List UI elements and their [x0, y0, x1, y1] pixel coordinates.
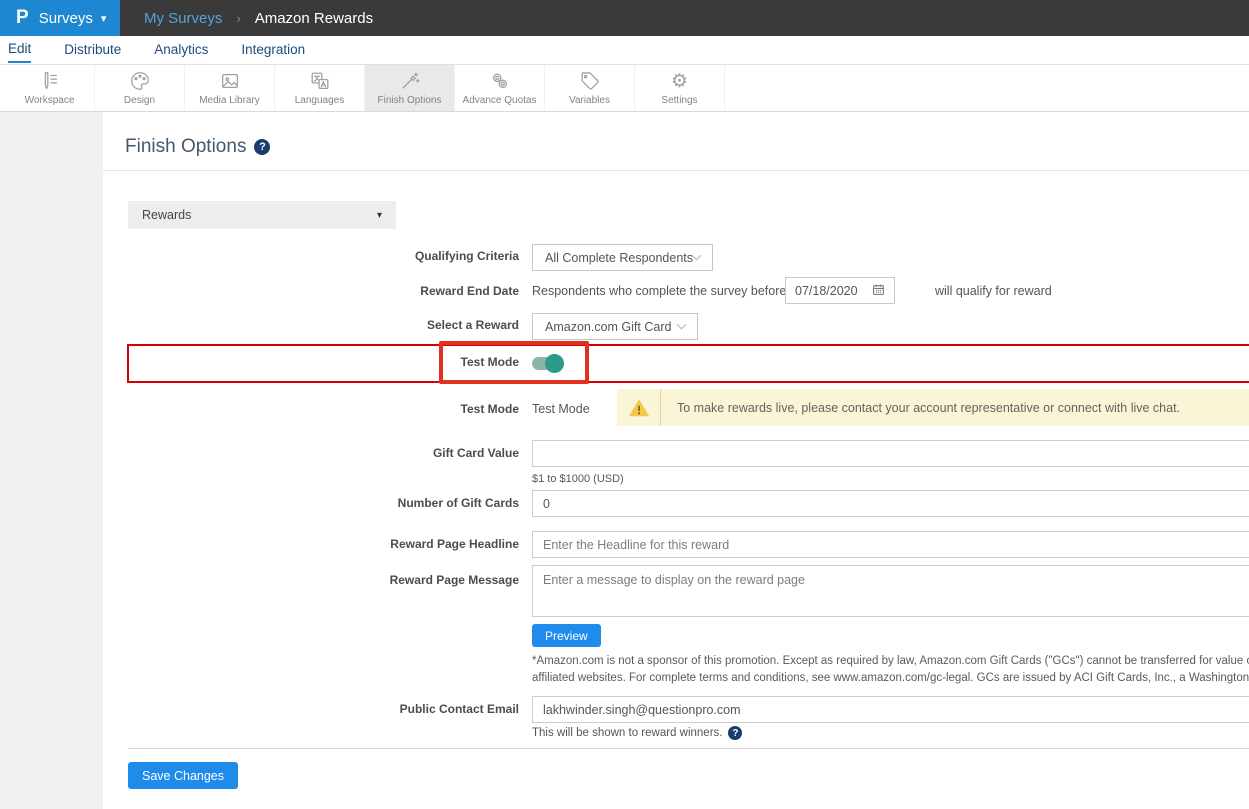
toggle-knob	[545, 354, 564, 373]
disclaimer-line-1: *Amazon.com is not a sponsor of this pro…	[532, 653, 1249, 670]
chain-links-icon	[489, 70, 511, 92]
disclaimer-line-2: affiliated websites. For complete terms …	[532, 670, 1249, 687]
toolbar-tab-settings[interactable]: ⚙ Settings	[635, 65, 725, 111]
warning-triangle-icon	[617, 389, 661, 426]
test-mode-status-value: Test Mode	[532, 402, 590, 416]
amazon-disclaimer: *Amazon.com is not a sponsor of this pro…	[532, 653, 1249, 687]
toolbar-tab-finish-options[interactable]: Finish Options	[365, 65, 455, 111]
gift-card-value-input[interactable]	[532, 440, 1249, 467]
questionpro-logo: P	[16, 7, 29, 29]
nav-item-edit[interactable]: Edit	[8, 37, 31, 63]
help-icon[interactable]: ?	[254, 139, 270, 155]
save-changes-button[interactable]: Save Changes	[128, 762, 238, 789]
breadcrumb-my-surveys[interactable]: My Surveys	[144, 10, 222, 27]
edit-toolbar: Workspace Design Media Library Languages…	[0, 65, 1249, 112]
help-icon[interactable]: ?	[728, 726, 742, 740]
number-of-gift-cards-input[interactable]	[532, 490, 1249, 517]
rewards-dropdown-value: Rewards	[142, 208, 191, 222]
breadcrumb-separator: ›	[236, 11, 240, 26]
left-rail	[0, 112, 103, 809]
test-mode-toggle-label: Test Mode	[103, 355, 519, 369]
warning-banner: To make rewards live, please contact you…	[617, 389, 1249, 426]
image-icon	[219, 70, 241, 92]
toolbar-tab-languages[interactable]: Languages	[275, 65, 365, 111]
rewards-section-dropdown[interactable]: Rewards ▾	[128, 201, 396, 229]
tag-icon	[579, 70, 601, 92]
toolbar-tab-variables[interactable]: Variables	[545, 65, 635, 111]
gear-icon: ⚙	[671, 70, 688, 92]
reward-end-date-input[interactable]: 07/18/2020	[785, 277, 895, 304]
top-bar: P Surveys ▾ My Surveys › Amazon Rewards	[0, 0, 1249, 36]
test-mode-status-label: Test Mode	[103, 402, 519, 416]
breadcrumb-current: Amazon Rewards	[255, 10, 373, 27]
finish-options-panel: Finish Options ? Rewards ▾ Qualifying Cr…	[103, 112, 1249, 809]
public-contact-email-hint: This will be shown to reward winners.	[532, 727, 722, 739]
reward-page-message-textarea[interactable]	[532, 565, 1249, 617]
chevron-down-icon	[692, 251, 702, 261]
select-reward-select[interactable]: Amazon.com Gift Card	[532, 313, 698, 340]
public-contact-email-input[interactable]	[532, 696, 1249, 723]
chevron-down-icon	[677, 320, 687, 330]
public-contact-email-label: Public Contact Email	[103, 702, 519, 716]
magic-wand-icon	[399, 70, 421, 92]
palette-icon	[129, 70, 151, 92]
qualifying-criteria-label: Qualifying Criteria	[103, 249, 519, 263]
toolbar-tab-advance-quotas[interactable]: Advance Quotas	[455, 65, 545, 111]
reward-end-date-label: Reward End Date	[103, 284, 519, 298]
app-menu-surveys[interactable]: P Surveys ▾	[0, 0, 120, 36]
reward-page-headline-input[interactable]	[532, 531, 1249, 558]
nav-item-analytics[interactable]: Analytics	[154, 38, 208, 62]
gift-card-value-label: Gift Card Value	[103, 446, 519, 460]
reward-end-date-suffix: will qualify for reward	[935, 284, 1052, 298]
number-of-gift-cards-label: Number of Gift Cards	[103, 496, 519, 510]
reward-page-message-label: Reward Page Message	[103, 573, 519, 587]
select-reward-label: Select a Reward	[103, 318, 519, 332]
nav-item-distribute[interactable]: Distribute	[64, 38, 121, 62]
title-divider	[103, 170, 1249, 171]
reward-end-date-prefix: Respondents who complete the survey befo…	[532, 284, 786, 298]
caret-down-icon: ▾	[377, 210, 382, 221]
app-menu-label: Surveys	[39, 10, 93, 27]
calendar-icon[interactable]	[872, 283, 885, 299]
test-mode-toggle[interactable]	[532, 357, 561, 370]
save-divider	[128, 748, 1249, 749]
translate-icon	[309, 70, 331, 92]
toolbar-tab-media-library[interactable]: Media Library	[185, 65, 275, 111]
section-nav: Edit Distribute Analytics Integration	[0, 36, 1249, 65]
reward-page-headline-label: Reward Page Headline	[103, 537, 519, 551]
toolbar-tab-design[interactable]: Design	[95, 65, 185, 111]
toolbar-tab-workspace[interactable]: Workspace	[5, 65, 95, 111]
nav-item-integration[interactable]: Integration	[241, 38, 305, 62]
warning-text: To make rewards live, please contact you…	[661, 401, 1180, 415]
workspace-icon	[39, 70, 61, 92]
chevron-down-icon: ▾	[101, 12, 107, 25]
preview-button[interactable]: Preview	[532, 624, 601, 647]
breadcrumb: My Surveys › Amazon Rewards	[120, 0, 373, 36]
gift-card-value-hint: $1 to $1000 (USD)	[532, 473, 624, 485]
qualifying-criteria-select[interactable]: All Complete Respondents	[532, 244, 713, 271]
page-title: Finish Options	[125, 136, 246, 158]
